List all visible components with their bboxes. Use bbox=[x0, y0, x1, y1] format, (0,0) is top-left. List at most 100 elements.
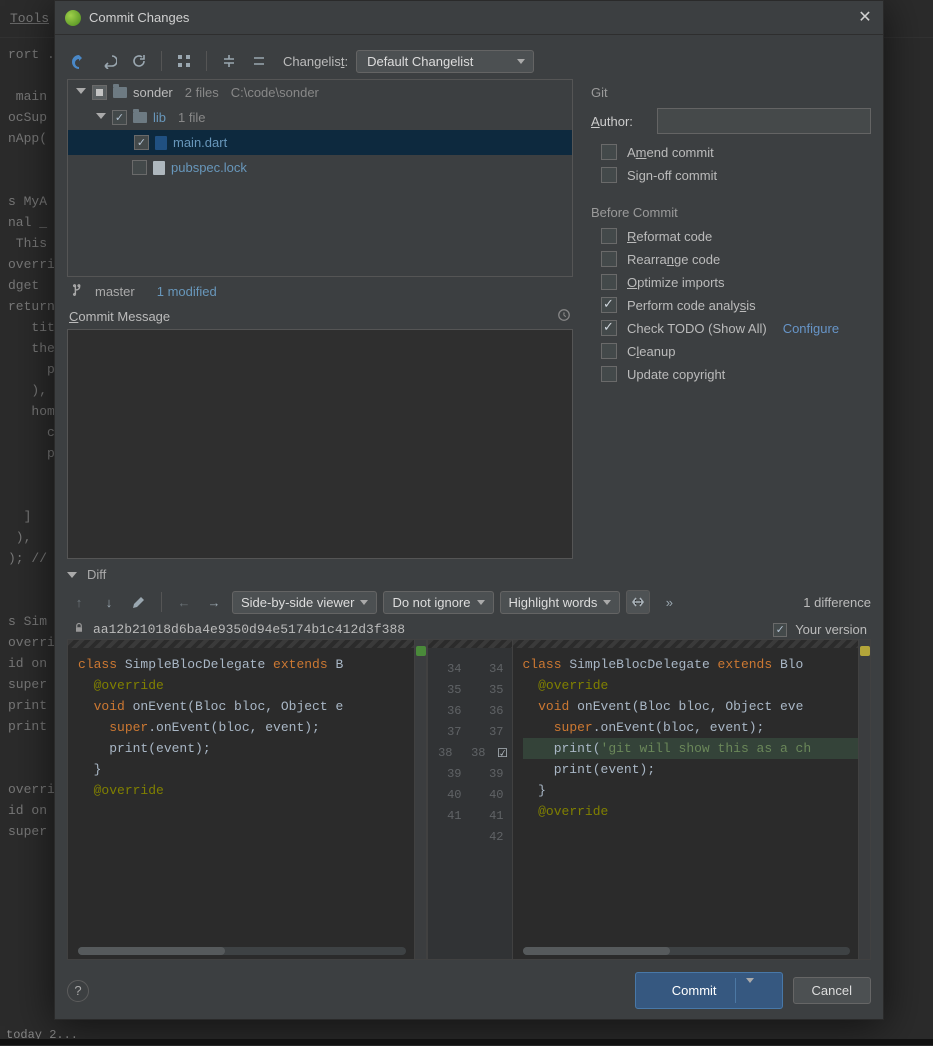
collapse-unchanged-icon[interactable] bbox=[626, 590, 650, 614]
group-by-icon[interactable] bbox=[172, 49, 196, 73]
commit-message-textarea[interactable] bbox=[67, 329, 573, 559]
commit-hash: aa12b21018d6ba4e9350d94e5174b1c412d3f388 bbox=[93, 622, 405, 637]
changelist-dropdown[interactable]: Default Changelist bbox=[356, 50, 534, 73]
close-icon[interactable]: ✕ bbox=[857, 10, 873, 26]
lock-icon bbox=[73, 622, 85, 637]
rearrange-check[interactable]: Rearrange code bbox=[601, 251, 871, 267]
diff-rev-row: aa12b21018d6ba4e9350d94e5174b1c412d3f388… bbox=[67, 620, 871, 639]
dialog-titlebar: Commit Changes ✕ bbox=[55, 1, 883, 35]
branch-name: master bbox=[95, 284, 135, 299]
tree-row-main-dart[interactable]: main.dart bbox=[68, 130, 572, 155]
back-icon[interactable]: ← bbox=[172, 590, 196, 614]
tree-meta: 1 file bbox=[178, 110, 205, 125]
configure-link[interactable]: Configure bbox=[783, 321, 839, 336]
commit-message-label: Commit Message bbox=[69, 309, 170, 324]
chevron-down-icon[interactable] bbox=[76, 88, 86, 98]
next-diff-icon[interactable]: ↓ bbox=[97, 590, 121, 614]
code-line: super.onEvent(bloc, event); bbox=[523, 717, 871, 738]
analysis-check[interactable]: Perform code analysis bbox=[601, 297, 871, 313]
code-line: super.onEvent(bloc, event); bbox=[78, 717, 426, 738]
author-label: Author: bbox=[591, 114, 647, 129]
copyright-check[interactable]: Update copyright bbox=[601, 366, 871, 382]
os-taskbar bbox=[0, 1039, 933, 1045]
code-line: print(event); bbox=[523, 759, 871, 780]
code-line: @override bbox=[78, 675, 426, 696]
whitespace-dropdown[interactable]: Do not ignore bbox=[383, 591, 493, 614]
expand-all-icon[interactable] bbox=[217, 49, 241, 73]
tree-label: lib bbox=[153, 110, 166, 125]
line-checkbox[interactable]: ☑ bbox=[494, 746, 512, 767]
changelist-label: Changelist: bbox=[283, 54, 348, 69]
dart-file-icon bbox=[155, 136, 167, 150]
tree-meta: 2 files bbox=[185, 85, 219, 100]
help-icon[interactable]: ? bbox=[67, 980, 89, 1002]
code-line: class SimpleBlocDelegate extends B bbox=[78, 654, 426, 675]
todo-check[interactable]: Check TODO (Show All)Configure bbox=[601, 320, 871, 336]
checkbox[interactable] bbox=[92, 85, 107, 100]
code-line: void onEvent(Bloc bloc, Object e bbox=[78, 696, 426, 717]
optimize-check[interactable]: Optimize imports bbox=[601, 274, 871, 290]
code-line: @override bbox=[523, 801, 871, 822]
chevron-down-icon bbox=[603, 600, 611, 605]
checkbox[interactable] bbox=[112, 110, 127, 125]
changes-tree[interactable]: sonder 2 files C:\code\sonder lib 1 file bbox=[67, 79, 573, 277]
forward-icon[interactable]: → bbox=[202, 590, 226, 614]
code-line: print(event); bbox=[78, 738, 426, 759]
code-line: void onEvent(Bloc bloc, Object eve bbox=[523, 696, 871, 717]
cancel-button[interactable]: Cancel bbox=[793, 977, 871, 1004]
tree-row-pubspec[interactable]: pubspec.lock bbox=[68, 155, 572, 180]
collapse-all-icon[interactable] bbox=[247, 49, 271, 73]
commit-button[interactable]: Commit bbox=[635, 972, 783, 1009]
hscrollbar[interactable] bbox=[78, 947, 406, 955]
file-icon bbox=[153, 161, 165, 175]
chevron-down-icon[interactable] bbox=[96, 113, 106, 123]
your-version-checkbox[interactable] bbox=[773, 623, 787, 637]
folder-icon bbox=[113, 87, 127, 98]
refresh-icon[interactable] bbox=[127, 49, 151, 73]
more-icon[interactable]: » bbox=[656, 590, 680, 614]
cleanup-check[interactable]: Cleanup bbox=[601, 343, 871, 359]
marker-strip[interactable] bbox=[858, 640, 870, 959]
diff-label: Diff bbox=[87, 567, 106, 582]
diff-left-pane[interactable]: class SimpleBlocDelegate extends B @over… bbox=[68, 640, 427, 959]
commit-dropdown-icon[interactable] bbox=[735, 978, 764, 1003]
chevron-down-icon bbox=[360, 600, 368, 605]
tree-meta: C:\code\sonder bbox=[231, 85, 319, 100]
tree-row-project[interactable]: sonder 2 files C:\code\sonder bbox=[68, 80, 572, 105]
changelist-combo: Changelist: Default Changelist bbox=[283, 50, 534, 73]
diff-right-pane[interactable]: class SimpleBlocDelegate extends Blo @ov… bbox=[513, 640, 871, 959]
app-logo-icon bbox=[65, 10, 81, 26]
hscrollbar[interactable] bbox=[523, 947, 851, 955]
signoff-commit-check[interactable]: Sign-off commit bbox=[601, 167, 871, 183]
reformat-check[interactable]: Reformat code bbox=[601, 228, 871, 244]
code-line: @override bbox=[78, 780, 426, 801]
highlight-dropdown[interactable]: Highlight words bbox=[500, 591, 621, 614]
tree-row-lib[interactable]: lib 1 file bbox=[68, 105, 572, 130]
viewer-mode-dropdown[interactable]: Side-by-side viewer bbox=[232, 591, 377, 614]
prev-diff-icon[interactable]: ↑ bbox=[67, 590, 91, 614]
branch-icon bbox=[71, 283, 85, 300]
refresh-diff-icon[interactable] bbox=[67, 49, 91, 73]
edit-icon[interactable] bbox=[127, 590, 151, 614]
your-version-label: Your version bbox=[795, 622, 867, 637]
modified-count[interactable]: 1 modified bbox=[157, 284, 217, 299]
history-icon[interactable] bbox=[557, 308, 571, 325]
commit-message-header: Commit Message bbox=[67, 306, 573, 329]
diff-header[interactable]: Diff bbox=[67, 567, 871, 582]
branch-bar: master 1 modified bbox=[67, 277, 573, 306]
marker-strip[interactable] bbox=[414, 640, 426, 959]
chevron-down-icon bbox=[517, 59, 525, 64]
author-input[interactable] bbox=[657, 108, 871, 134]
diff-gutter: 34343535363637373838☑39394040414142 bbox=[427, 640, 513, 959]
before-commit-title: Before Commit bbox=[591, 205, 871, 220]
diff-toolbar: ↑ ↓ ← → Side-by-side viewer Do not ignor… bbox=[67, 582, 871, 620]
amend-commit-check[interactable]: Amend commit bbox=[601, 144, 871, 160]
tree-label: sonder bbox=[133, 85, 173, 100]
git-section-title: Git bbox=[591, 85, 871, 100]
checkbox[interactable] bbox=[134, 135, 149, 150]
undo-icon[interactable] bbox=[97, 49, 121, 73]
chevron-down-icon[interactable] bbox=[67, 572, 77, 578]
code-line: class SimpleBlocDelegate extends Blo bbox=[523, 654, 871, 675]
checkbox[interactable] bbox=[132, 160, 147, 175]
diff-pane: class SimpleBlocDelegate extends B @over… bbox=[67, 639, 871, 960]
